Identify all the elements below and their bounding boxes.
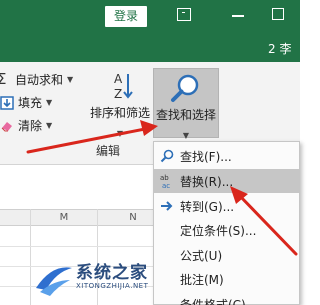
- menu-item-formulas[interactable]: 公式(U): [154, 243, 299, 267]
- column-header-n[interactable]: N: [123, 210, 143, 225]
- menu-item-goto[interactable]: 转到(G)...: [154, 194, 299, 218]
- chevron-down-icon: ▼: [46, 98, 53, 107]
- svg-text:ab: ab: [160, 174, 169, 182]
- chevron-down-icon: ▼: [67, 74, 74, 84]
- grid-line: [30, 209, 31, 305]
- menu-item-label: 批注(M): [180, 272, 224, 287]
- menu-item-goto-special[interactable]: 定位条件(S)...: [154, 218, 299, 242]
- watermark: 系统之家 XITONGZHIJIA.NET: [32, 256, 162, 304]
- menu-item-conditional-format[interactable]: 条件格式(C): [154, 292, 299, 305]
- user-account[interactable]: 2 李: [268, 40, 291, 57]
- magnifier-icon: [154, 69, 218, 105]
- menu-item-label: 查找(F)...: [180, 149, 232, 164]
- menu-item-replace[interactable]: ab ac 替换(R)...: [154, 169, 299, 193]
- user-fragment: 2 李: [268, 42, 292, 56]
- login-button[interactable]: 登录: [105, 6, 147, 27]
- menu-item-label: 定位条件(S)...: [180, 223, 257, 238]
- goto-arrow-icon: [154, 200, 180, 212]
- autosum-label: 自动求和: [15, 72, 64, 87]
- replace-icon: ab ac: [154, 173, 180, 189]
- menu-item-label: 转到(G)...: [180, 199, 235, 214]
- restore-icon[interactable]: [272, 8, 284, 20]
- fill-label: 填充: [18, 96, 43, 110]
- search-icon: [154, 149, 180, 163]
- menu-item-label: 替换(R)...: [180, 174, 234, 189]
- autosum-button[interactable]: Σ 自动求和 ▼: [0, 70, 73, 88]
- eraser-icon: [0, 120, 18, 132]
- sigma-icon: Σ: [0, 70, 7, 88]
- chevron-down-icon: ▼: [116, 129, 124, 138]
- menu-item-find[interactable]: 查找(F)...: [154, 144, 299, 168]
- title-bar: 登录 2 李: [0, 0, 300, 62]
- minimize-icon[interactable]: [232, 15, 244, 17]
- clear-button[interactable]: 清除 ▼: [0, 117, 52, 134]
- ribbon-display-options-icon[interactable]: [177, 8, 191, 21]
- sort-filter-label: 排序和筛选: [89, 106, 150, 120]
- editing-group-label: 编辑: [96, 144, 121, 158]
- watermark-logo-icon: [36, 267, 72, 296]
- menu-item-label: 公式(U): [180, 248, 223, 263]
- svg-text:ac: ac: [162, 182, 170, 189]
- grid-line: [0, 246, 160, 247]
- menu-item-comments[interactable]: 批注(M): [154, 267, 299, 291]
- watermark-url: XITONGZHIJIA.NET: [76, 282, 149, 290]
- find-select-button[interactable]: 查找和选择 ▼: [153, 68, 219, 140]
- column-header-m[interactable]: M: [54, 210, 74, 225]
- find-select-label: 查找和选择: [155, 108, 216, 122]
- chevron-down-icon: ▼: [182, 131, 190, 140]
- fill-button[interactable]: 填充 ▼: [0, 94, 52, 111]
- svg-text:A: A: [114, 72, 123, 86]
- menu-item-label: 条件格式(C): [180, 297, 246, 305]
- find-select-menu: 查找(F)... ab ac 替换(R)... 转到(G)... 定位条件(S).…: [153, 141, 300, 305]
- svg-text:Z: Z: [114, 87, 122, 101]
- fill-down-icon: [0, 95, 18, 110]
- sort-az-icon: A Z: [88, 70, 152, 102]
- watermark-name: 系统之家: [76, 263, 148, 283]
- chevron-down-icon: ▼: [46, 121, 53, 130]
- sort-filter-button[interactable]: A Z 排序和筛选 ▼: [88, 70, 152, 138]
- clear-label: 清除: [18, 119, 43, 133]
- column-header: M N: [0, 209, 160, 226]
